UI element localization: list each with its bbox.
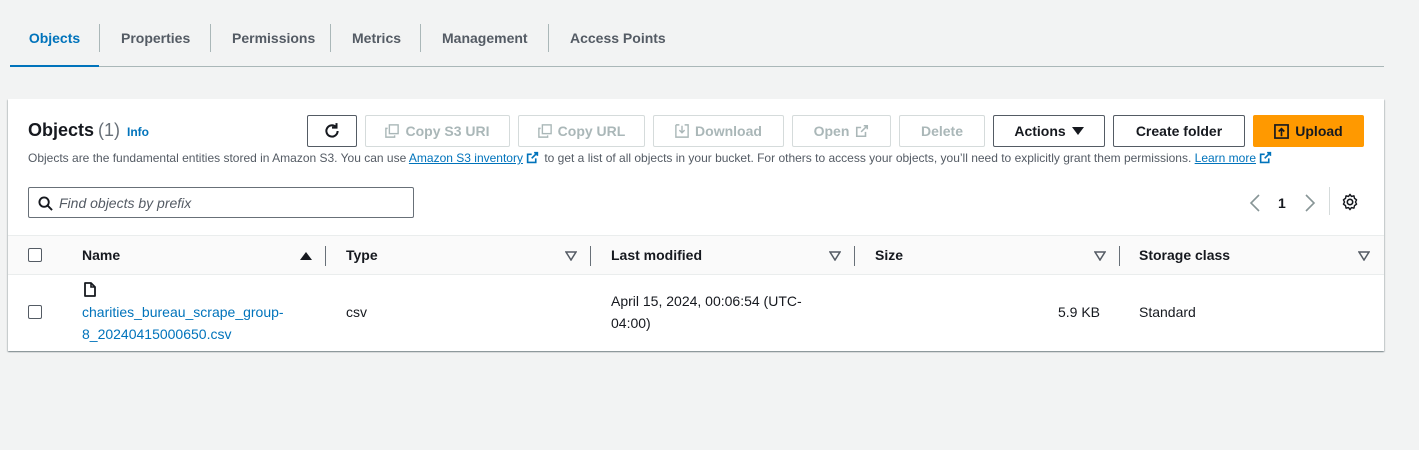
column-divider <box>325 246 326 266</box>
tab-metrics[interactable]: Metrics <box>352 0 401 66</box>
column-divider <box>854 246 855 266</box>
column-header-size[interactable]: Size <box>875 236 903 274</box>
panel-title-text: Objects <box>28 120 95 140</box>
row-checkbox[interactable] <box>28 305 42 319</box>
object-type: csv <box>346 304 367 320</box>
object-size: 5.9 KB <box>1057 304 1100 320</box>
last-modified-line: 04:00) <box>611 315 651 331</box>
column-header-type[interactable]: Type <box>346 236 378 274</box>
object-name-line: 8_20240415000650.csv <box>82 326 232 342</box>
external-link-icon <box>1259 151 1272 164</box>
upload-icon <box>1274 123 1290 139</box>
object-storage-class: Standard <box>1139 304 1196 320</box>
external-link-icon <box>526 151 539 164</box>
tab-divider <box>330 24 331 52</box>
inventory-link[interactable]: Amazon S3 inventory <box>409 151 523 165</box>
pager-divider <box>1329 187 1330 215</box>
search-input[interactable] <box>59 188 409 217</box>
tab-divider <box>420 24 421 52</box>
tab-divider <box>99 24 100 52</box>
table-row: charities_bureau_scrape_group- 8_2024041… <box>8 275 1384 351</box>
sort-icon[interactable] <box>565 251 577 261</box>
actions-label: Actions <box>1014 123 1066 139</box>
external-link-icon <box>856 124 869 138</box>
tab-permissions[interactable]: Permissions <box>232 0 315 66</box>
last-modified-line: April 15, 2024, 00:06:54 (UTC- <box>611 293 802 309</box>
info-link[interactable]: Info <box>127 125 149 139</box>
tab-access-points[interactable]: Access Points <box>570 0 666 66</box>
previous-page-icon[interactable] <box>1249 194 1261 212</box>
current-page[interactable]: 1 <box>1278 195 1286 211</box>
description-text: Objects are the fundamental entities sto… <box>28 151 407 165</box>
upload-button[interactable]: Upload <box>1253 115 1364 147</box>
column-header-name[interactable]: Name <box>82 236 120 274</box>
copy-s3-uri-button[interactable]: Copy S3 URI <box>365 115 510 147</box>
create-folder-button[interactable]: Create folder <box>1113 115 1245 147</box>
learn-more-link[interactable]: Learn more <box>1195 151 1256 165</box>
column-header-storage-class[interactable]: Storage class <box>1139 236 1230 274</box>
refresh-button[interactable] <box>307 115 357 147</box>
download-icon <box>675 124 689 138</box>
create-folder-label: Create folder <box>1135 123 1223 139</box>
delete-label: Delete <box>920 123 964 139</box>
next-page-icon[interactable] <box>1304 194 1316 212</box>
sort-icon[interactable] <box>1358 251 1370 261</box>
open-button[interactable]: Open <box>792 115 891 147</box>
copy-icon <box>385 124 400 138</box>
bucket-tabs: Objects Properties Permissions Metrics M… <box>10 0 1384 67</box>
tab-management[interactable]: Management <box>442 0 528 66</box>
open-label: Open <box>813 123 850 139</box>
object-count: (1) <box>98 120 121 140</box>
sort-icon[interactable] <box>1094 251 1106 261</box>
tab-properties[interactable]: Properties <box>121 0 190 66</box>
tab-divider <box>548 24 549 52</box>
actions-dropdown[interactable]: Actions <box>993 115 1105 147</box>
panel-title: Objects (1) <box>28 120 120 141</box>
copy-icon <box>537 124 552 138</box>
tab-divider <box>210 24 211 52</box>
delete-button[interactable]: Delete <box>899 115 985 147</box>
column-divider <box>1119 246 1120 266</box>
copy-url-label: Copy URL <box>557 123 626 139</box>
panel-description: Objects are the fundamental entities sto… <box>28 151 1274 165</box>
download-label: Download <box>695 123 762 139</box>
table-header: Name Type Last modified Size Storage cla… <box>8 235 1384 275</box>
gear-icon[interactable] <box>1341 193 1359 211</box>
download-button[interactable]: Download <box>653 115 784 147</box>
upload-label: Upload <box>1295 123 1343 139</box>
object-name-link[interactable]: charities_bureau_scrape_group- 8_2024041… <box>82 301 284 345</box>
column-header-last-modified[interactable]: Last modified <box>611 236 702 274</box>
column-divider <box>590 246 591 266</box>
sort-ascending-icon[interactable] <box>300 251 312 261</box>
caret-down-icon <box>1071 127 1084 135</box>
objects-panel: Objects (1) Info Objects are the fundamen… <box>8 99 1384 351</box>
copy-s3-uri-label: Copy S3 URI <box>405 123 490 139</box>
description-text: to get a list of all objects in your buc… <box>544 151 1192 165</box>
search-box <box>28 187 414 218</box>
tab-objects[interactable]: Objects <box>10 0 99 67</box>
select-all-checkbox[interactable] <box>28 248 42 262</box>
refresh-icon <box>325 123 339 138</box>
search-icon <box>38 196 53 211</box>
sort-icon[interactable] <box>829 251 841 261</box>
object-name-line: charities_bureau_scrape_group- <box>82 304 284 320</box>
file-icon <box>84 282 96 297</box>
object-last-modified: April 15, 2024, 00:06:54 (UTC- 04:00) <box>611 290 802 334</box>
copy-url-button[interactable]: Copy URL <box>518 115 645 147</box>
